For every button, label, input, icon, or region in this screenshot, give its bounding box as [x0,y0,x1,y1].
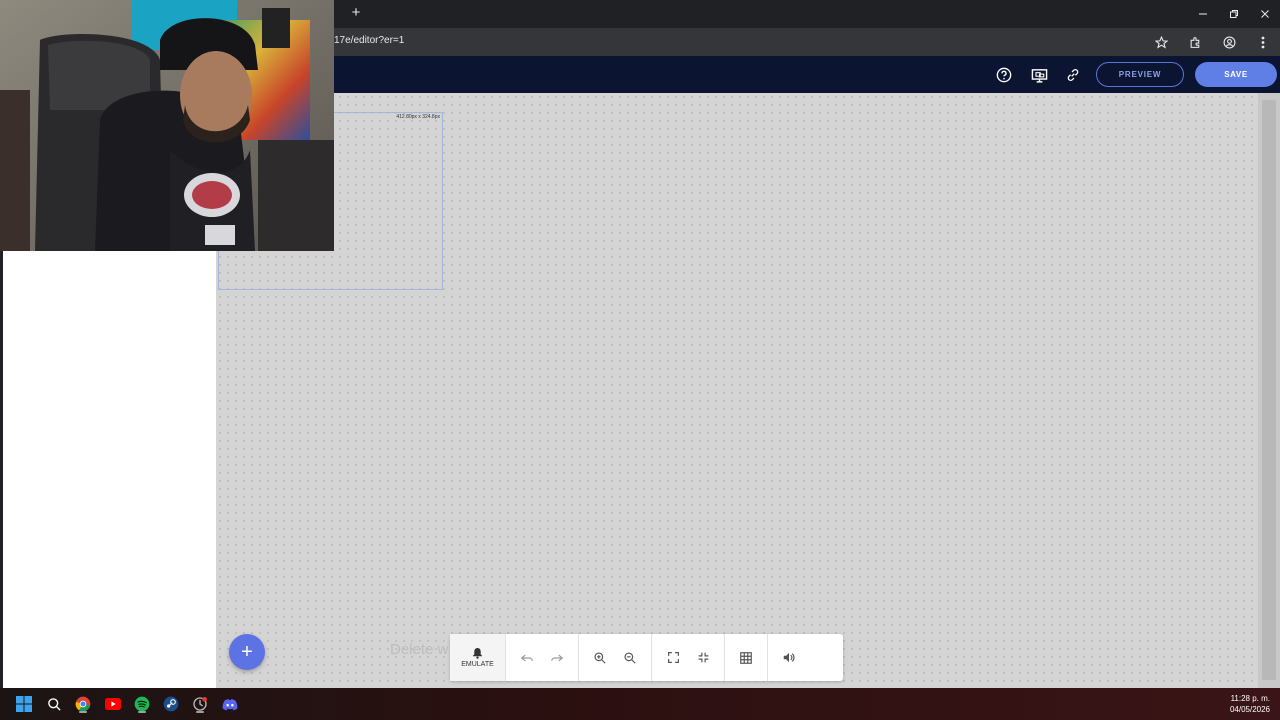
add-icon: + [241,640,253,663]
bell-icon [472,647,483,659]
steam-icon[interactable] [161,694,181,714]
app-active-indicator [196,711,204,713]
canvas-toolbar: EMULATE [450,634,843,681]
canvas-scrollbar-thumb[interactable] [1262,100,1276,680]
bookmark-star-icon[interactable] [1144,32,1178,52]
chrome-active-indicator [79,711,87,713]
zoom-out-icon[interactable] [615,643,645,673]
sound-group [768,634,810,681]
menu-icon[interactable] [1246,32,1280,52]
spotify-active-indicator [138,711,146,713]
delete-hint-text: Delete w [390,641,449,658]
help-icon[interactable] [994,65,1014,85]
discord-icon[interactable] [220,694,240,714]
profile-icon[interactable] [1212,32,1246,52]
preview-button[interactable]: PREVIEW [1096,62,1184,87]
extensions-icon[interactable] [1178,32,1212,52]
grid-icon[interactable] [731,643,761,673]
frame-size-label: 412.80px x 324.8px [396,114,440,120]
url-text[interactable]: 17e/editor?er=1 [334,35,404,46]
clock-time: 11:28 p. m. [1230,694,1270,703]
window-controls [1187,0,1280,28]
link-icon[interactable] [1063,65,1083,85]
youtube-icon[interactable] [103,694,123,714]
clock-date: 04/05/2026 [1229,705,1270,714]
history-group [506,634,579,681]
system-clock[interactable]: 11:28 p. m. 04/05/2026 [1230,693,1270,715]
zoom-group [579,634,652,681]
close-icon[interactable] [1249,0,1280,28]
view-group [652,634,725,681]
save-button[interactable]: SAVE [1195,62,1277,87]
fullscreen-icon[interactable] [658,643,688,673]
screen-share-icon[interactable] [1029,65,1049,85]
restore-icon[interactable] [1218,0,1249,28]
add-element-button[interactable]: + [229,634,265,670]
new-tab-button[interactable]: + [348,5,364,21]
exit-fullscreen-icon[interactable] [688,643,718,673]
webcam-overlay [0,0,334,251]
search-icon[interactable] [44,694,64,714]
grid-group [725,634,768,681]
app-icon[interactable] [190,694,210,714]
zoom-in-icon[interactable] [585,643,615,673]
windows-start-icon[interactable] [14,694,34,714]
emulate-label: EMULATE [461,661,494,668]
os-taskbar: 11:28 p. m. 04/05/2026 [0,688,1280,720]
redo-icon[interactable] [542,643,572,673]
side-panel [3,251,216,688]
screen: + 17e/editor?er=1 PREVIEW SAVE 412.80px … [0,0,1280,720]
undo-icon[interactable] [512,643,542,673]
minimize-icon[interactable] [1187,0,1218,28]
emulate-button[interactable]: EMULATE [450,634,506,681]
spotify-icon[interactable] [132,694,152,714]
webcam-image [0,0,334,251]
address-bar-icons [1144,32,1280,52]
volume-icon[interactable] [774,643,804,673]
chrome-icon[interactable] [73,694,93,714]
